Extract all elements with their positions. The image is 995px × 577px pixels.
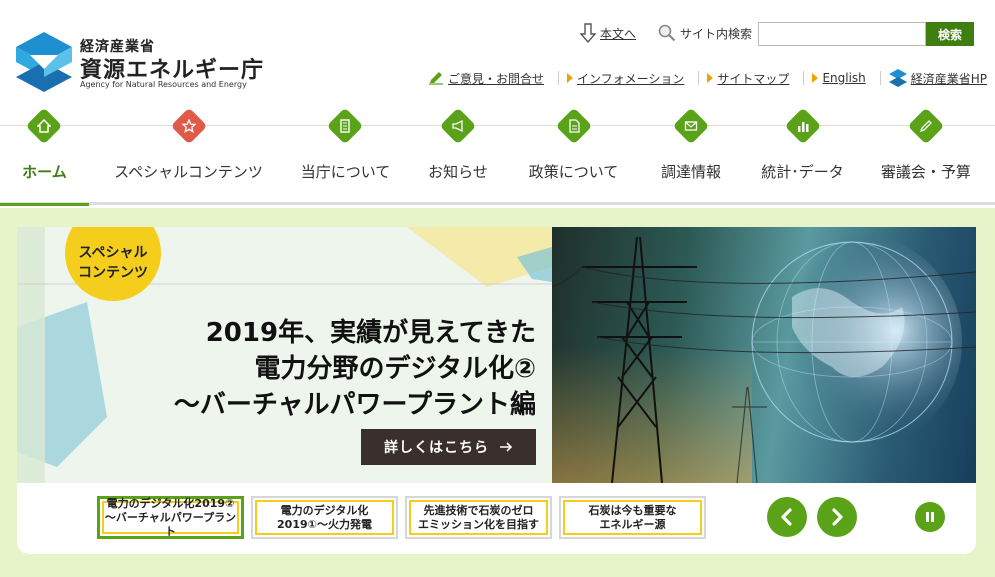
down-arrow-icon: [580, 23, 596, 43]
utility-link-information[interactable]: インフォメーション: [567, 70, 684, 87]
slide-title-line-1: 2019年、実績が見えてきた: [205, 318, 536, 348]
utility-link-contact[interactable]: ご意見・お問合せ: [428, 70, 544, 87]
badge-line-2: コンテンツ: [78, 265, 148, 281]
site-logo[interactable]: 経済産業省 資源エネルギー庁 Agency for Natural Resour…: [16, 30, 266, 96]
utility-link-meti[interactable]: 経済産業省HP: [888, 69, 987, 87]
nav-item-policy[interactable]: 政策について: [513, 107, 633, 203]
slide-next-button[interactable]: [817, 497, 857, 537]
thumb-line-2: エミッション化を目指す: [418, 517, 539, 531]
site-header: 経済産業省 資源エネルギー庁 Agency for Natural Resour…: [0, 0, 995, 125]
information-link[interactable]: インフォメーション: [577, 70, 684, 87]
slide-thumb-2[interactable]: 電力のデジタル化 2019①～火力発電: [251, 496, 398, 539]
thumb-line-1: 石炭は今も重要な: [588, 503, 677, 517]
slide-thumb-text: 石炭は今も重要な エネルギー源: [563, 500, 702, 535]
link-divider: [879, 71, 881, 85]
read-more-label: 詳しくはこちら: [384, 440, 489, 456]
nav-label-statistics: 統計･データ: [761, 163, 844, 181]
triangle-bullet-icon: [567, 73, 574, 83]
chevron-left-icon: [781, 508, 792, 526]
slide-thumb-text: 電力のデジタル化2019② ～バーチャルパワープラント: [102, 497, 239, 538]
chevron-right-icon: [832, 508, 843, 526]
nav-item-statistics[interactable]: 統計･データ: [748, 107, 857, 203]
link-divider: [803, 71, 805, 85]
nav-item-council[interactable]: 審議会・予算: [857, 107, 995, 203]
triangle-bullet-icon: [707, 73, 714, 83]
site-search-label: サイト内検索: [658, 22, 752, 44]
thumb-line-2: エネルギー源: [599, 517, 666, 531]
thumb-line-1: 電力のデジタル化2019②: [106, 496, 235, 510]
search-icon: [658, 24, 676, 42]
slide-thumb-text: 先進技術で石炭のゼロ エミッション化を目指す: [409, 500, 548, 535]
nav-item-home[interactable]: ホーム: [0, 107, 89, 206]
logo-english-name: Agency for Natural Resources and Energy: [80, 80, 247, 89]
nav-item-news[interactable]: お知らせ: [403, 107, 514, 203]
meti-link[interactable]: 経済産業省HP: [911, 70, 987, 87]
slide-thumb-text: 電力のデジタル化 2019①～火力発電: [255, 500, 394, 535]
sitemap-link[interactable]: サイトマップ: [717, 70, 789, 87]
nav-label-about: 当庁について: [300, 163, 391, 181]
read-more-button[interactable]: 詳しくはこちら: [361, 429, 536, 465]
slide-image: [552, 227, 976, 483]
utility-links: ご意見・お問合せ インフォメーション サイトマップ English 経済産業省H…: [428, 68, 995, 88]
slide-thumb-4[interactable]: 石炭は今も重要な エネルギー源: [559, 496, 706, 539]
contact-link[interactable]: ご意見・お問合せ: [448, 70, 544, 87]
utility-link-sitemap[interactable]: サイトマップ: [707, 70, 789, 87]
nav-item-special[interactable]: スペシャルコンテンツ: [89, 107, 288, 203]
slide-title: 2019年、実績が見えてきた 電力分野のデジタル化② ～バーチャルパワープラント…: [174, 315, 536, 423]
triangle-bullet-icon: [812, 73, 819, 83]
skip-to-content-link[interactable]: 本文へ: [600, 25, 636, 42]
slide-thumb-1[interactable]: 電力のデジタル化2019② ～バーチャルパワープラント: [97, 496, 244, 539]
thumb-line-2: ～バーチャルパワープラント: [104, 510, 237, 538]
thumb-line-2: 2019①～火力発電: [277, 517, 372, 531]
thumb-line-1: 先進技術で石炭のゼロ: [423, 503, 534, 517]
global-nav: ホーム スペシャルコンテンツ 当庁について お知らせ 政策について 調達情報 統…: [0, 107, 995, 206]
arrow-right-icon: [500, 442, 513, 452]
slide-thumbnails: 電力のデジタル化2019② ～バーチャルパワープラント 電力のデジタル化 2019①…: [97, 496, 706, 539]
slide-text-panel: スペシャル コンテンツ 2019年、実績が見えてきた 電力分野のデジタル化② ～…: [17, 227, 552, 483]
search-button[interactable]: 検索: [926, 22, 974, 46]
slide-thumb-3[interactable]: 先進技術で石炭のゼロ エミッション化を目指す: [405, 496, 552, 539]
nav-label-council: 審議会・予算: [880, 163, 971, 181]
slide-title-line-3: ～バーチャルパワープラント編: [173, 390, 536, 420]
pencil-icon: [429, 72, 443, 85]
nav-label-special: スペシャルコンテンツ: [114, 163, 263, 181]
logo-mark-icon: [16, 32, 72, 92]
nav-label-news: お知らせ: [428, 163, 488, 181]
nav-item-procurement[interactable]: 調達情報: [634, 107, 749, 203]
power-tower-globe-image: [552, 232, 976, 483]
pause-icon: [926, 512, 934, 522]
slide-title-line-2: 電力分野のデジタル化②: [254, 354, 537, 384]
site-search-text: サイト内検索: [680, 26, 753, 41]
english-link[interactable]: English: [822, 71, 865, 85]
link-divider: [558, 71, 560, 85]
nav-label-procurement: 調達情報: [660, 163, 721, 181]
hero-slider: スペシャル コンテンツ 2019年、実績が見えてきた 電力分野のデジタル化② ～…: [17, 227, 976, 554]
slide-pause-button[interactable]: [915, 502, 945, 532]
nav-label-policy: 政策について: [528, 163, 619, 181]
link-divider: [698, 71, 700, 85]
thumb-line-1: 電力のデジタル化: [280, 503, 369, 517]
skip-to-content[interactable]: 本文へ: [580, 22, 636, 44]
nav-label-home: ホーム: [22, 163, 67, 181]
search-input[interactable]: [758, 22, 926, 46]
badge-line-1: スペシャル: [78, 245, 148, 261]
nav-item-about[interactable]: 当庁について: [288, 107, 403, 203]
meti-logo-icon: [888, 69, 907, 87]
slide-prev-button[interactable]: [767, 497, 807, 537]
utility-link-english[interactable]: English: [812, 71, 866, 85]
